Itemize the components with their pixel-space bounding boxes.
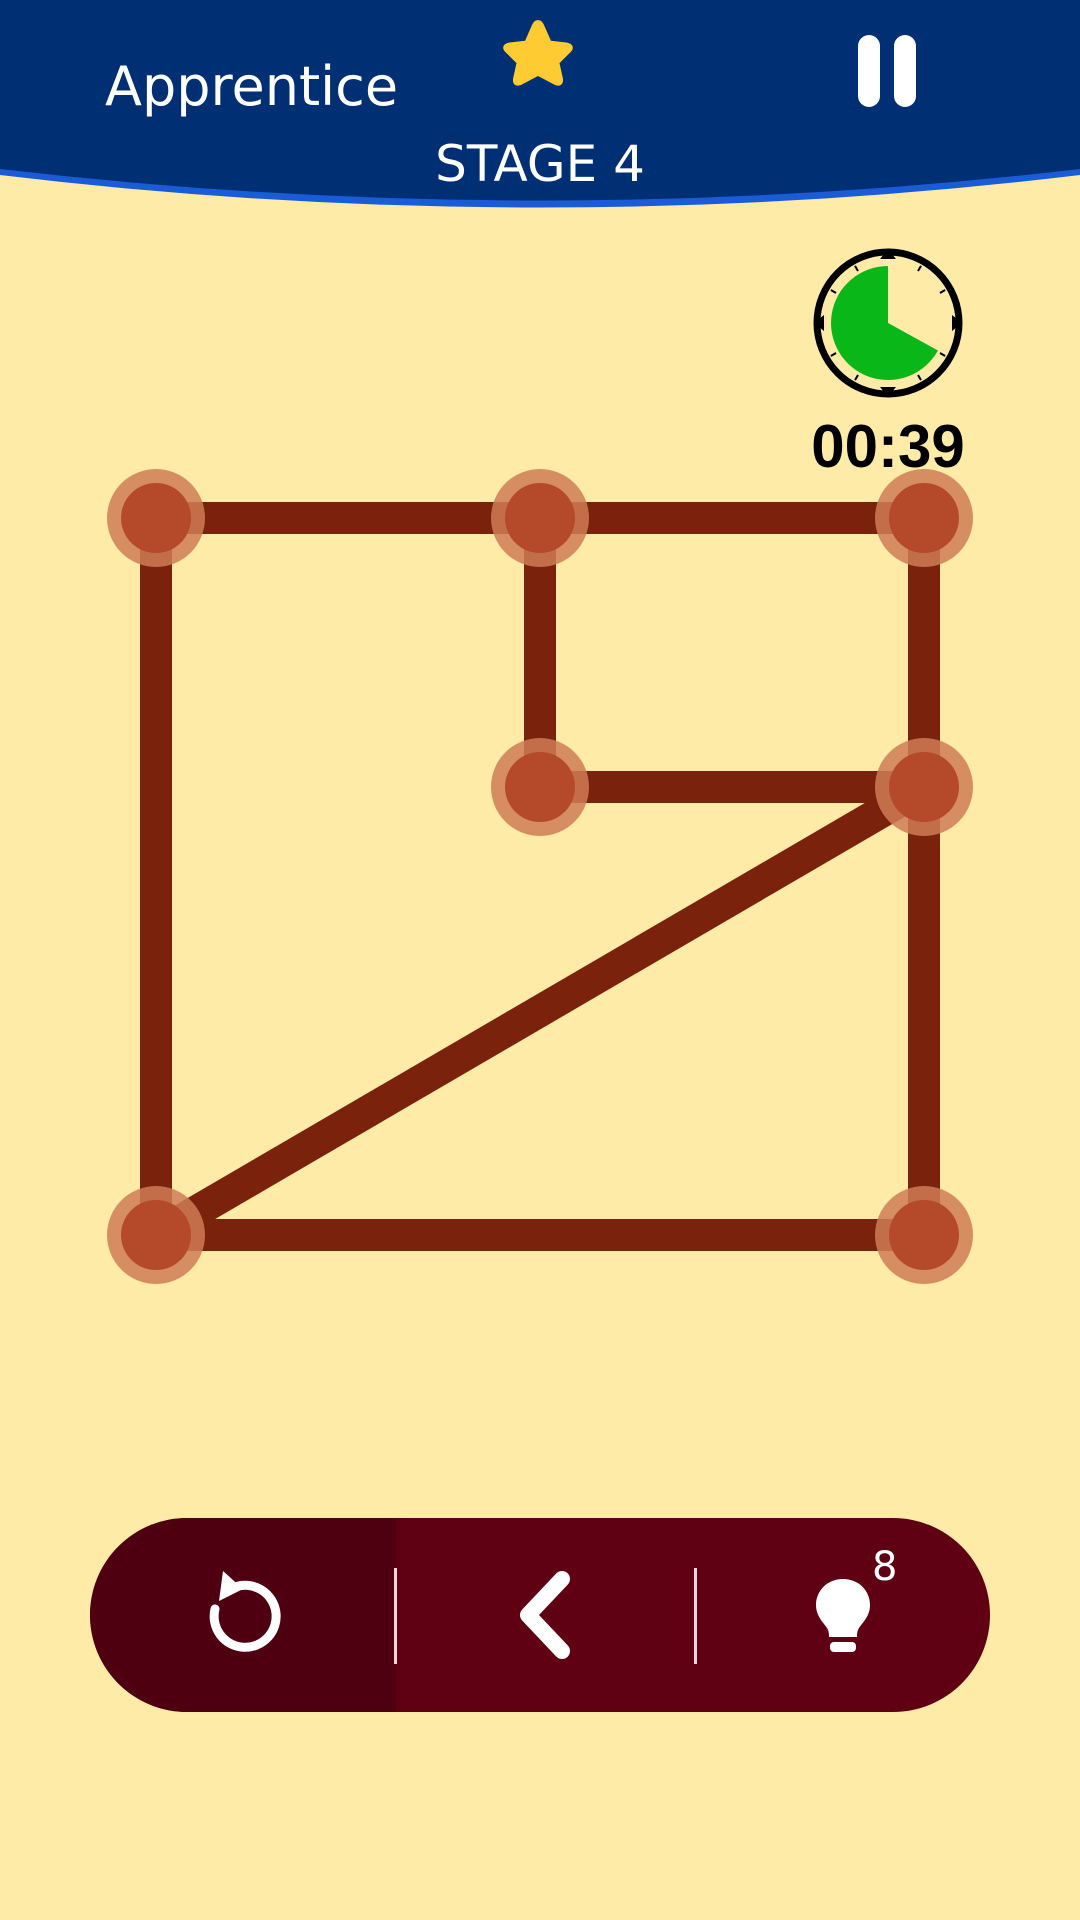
puzzle-node-core	[889, 752, 959, 822]
level-title: Apprentice	[105, 55, 399, 118]
timer-display: 00:39	[811, 413, 965, 480]
puzzle-node-core	[889, 483, 959, 553]
puzzle-node-core	[121, 483, 191, 553]
chevron-left-icon	[520, 1571, 570, 1659]
undo-button[interactable]	[90, 1518, 396, 1712]
puzzle-node[interactable]	[875, 1186, 973, 1284]
game-screen: Apprentice STAGE 4 00:39 8	[0, 0, 1080, 1920]
star-icon	[503, 20, 573, 86]
back-button[interactable]	[396, 1518, 696, 1712]
puzzle-node[interactable]	[491, 738, 589, 836]
stage-label: STAGE 4	[435, 135, 645, 193]
puzzle-node-core	[505, 483, 575, 553]
puzzle-node[interactable]	[491, 469, 589, 567]
stopwatch-icon	[813, 248, 963, 398]
puzzle-node[interactable]	[875, 469, 973, 567]
puzzle-node[interactable]	[107, 469, 205, 567]
puzzle-node-core	[889, 1200, 959, 1270]
lightbulb-icon	[816, 1579, 870, 1652]
undo-icon	[209, 1571, 281, 1652]
puzzle-edge	[147, 773, 933, 1249]
puzzle-node[interactable]	[107, 1186, 205, 1284]
puzzle-node-core	[121, 1200, 191, 1270]
bottom-toolbar: 8	[90, 1518, 990, 1712]
hint-button[interactable]	[696, 1518, 990, 1712]
hint-count: 8	[872, 1544, 898, 1590]
pause-button[interactable]	[850, 30, 930, 110]
puzzle-node[interactable]	[875, 738, 973, 836]
puzzle-node-core	[505, 752, 575, 822]
